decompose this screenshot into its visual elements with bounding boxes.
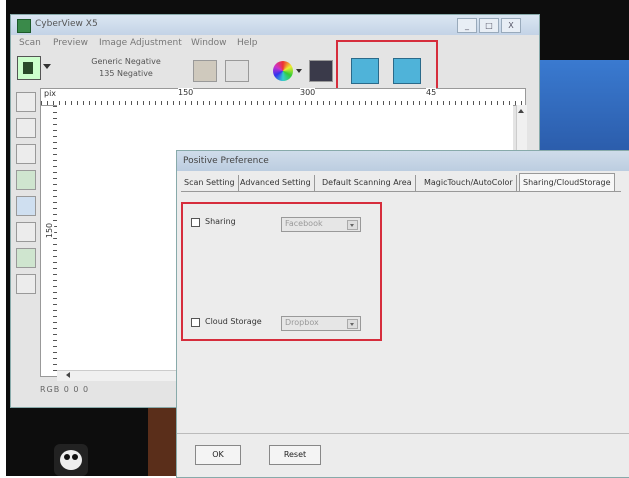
film-type-label[interactable]: Generic Negative 135 Negative	[81, 56, 171, 80]
close-button[interactable]: X	[501, 18, 521, 33]
menu-help[interactable]: Help	[237, 38, 258, 48]
window-title: CyberView X5	[35, 19, 98, 29]
toolbar: Generic Negative 135 Negative	[11, 52, 539, 92]
rotate-tool-icon[interactable]	[16, 222, 36, 242]
sharing-highlight-box	[181, 202, 382, 341]
ruler-tick-label: 45	[426, 88, 437, 97]
slide-holder-icon[interactable]	[225, 60, 249, 82]
top-ruler	[40, 88, 526, 106]
tab-sharing-cloudstorage[interactable]: Sharing/CloudStorage	[519, 173, 615, 192]
tab-default-scanning-area[interactable]: Default Scanning Area	[319, 175, 416, 191]
scroll-up-icon[interactable]	[518, 109, 524, 113]
film-strip-icon[interactable]	[193, 60, 217, 82]
panda-desktop-icon[interactable]	[54, 444, 88, 476]
reset-button[interactable]: Reset	[269, 445, 321, 465]
crop-tool-icon[interactable]	[16, 170, 36, 190]
dialog-title: Positive Preference	[183, 156, 269, 166]
tab-magictouch-autocolor[interactable]: MagicTouch/AutoColor	[421, 175, 517, 191]
horizontal-scrollbar[interactable]	[57, 370, 177, 381]
scroll-left-icon[interactable]	[66, 372, 70, 378]
menu-window[interactable]: Window	[191, 38, 227, 48]
film-type-line2: 135 Negative	[99, 69, 153, 78]
app-icon	[17, 19, 31, 33]
menu-preview[interactable]: Preview	[53, 38, 88, 48]
scanner-icon[interactable]	[17, 56, 41, 80]
ruler-tick-label-vertical: 150	[45, 222, 55, 239]
film-type-line1: Generic Negative	[91, 57, 161, 66]
ruler-tick-label: 150	[178, 88, 194, 97]
mirror-tool-icon[interactable]	[16, 248, 36, 268]
title-bar: CyberView X5 _ □ X	[11, 15, 539, 35]
chevron-down-icon[interactable]	[296, 69, 302, 73]
desktop-wallpaper-detail	[148, 408, 176, 476]
ruler-unit: pix	[44, 89, 57, 98]
desktop-wallpaper	[538, 60, 629, 160]
tab-scan-setting[interactable]: Scan Setting	[181, 175, 239, 191]
dropper-tool-icon[interactable]	[16, 118, 36, 138]
left-ruler	[40, 105, 58, 377]
chevron-down-icon[interactable]	[43, 64, 51, 69]
minimize-button[interactable]: _	[457, 18, 477, 33]
grid-tool-icon[interactable]	[16, 274, 36, 294]
dialog-title-bar: Positive Preference	[177, 151, 629, 171]
ok-button[interactable]: OK	[195, 445, 241, 465]
eject-icon[interactable]	[309, 60, 333, 82]
menu-scan[interactable]: Scan	[19, 38, 41, 48]
maximize-button[interactable]: □	[479, 18, 499, 33]
select-tool-icon[interactable]	[16, 92, 36, 112]
color-wheel-icon[interactable]	[273, 61, 293, 81]
zoom-tool-icon[interactable]	[16, 196, 36, 216]
status-bar: RGB 0 0 0	[40, 385, 90, 394]
tab-advanced-setting[interactable]: Advanced Setting	[237, 175, 315, 191]
menu-bar: Scan Preview Image Adjustment Window Hel…	[11, 37, 539, 51]
dialog-footer-divider	[177, 433, 629, 434]
ruler-tick-label: 300	[300, 88, 316, 97]
menu-image-adjustment[interactable]: Image Adjustment	[99, 38, 182, 48]
pen-tool-icon[interactable]	[16, 144, 36, 164]
